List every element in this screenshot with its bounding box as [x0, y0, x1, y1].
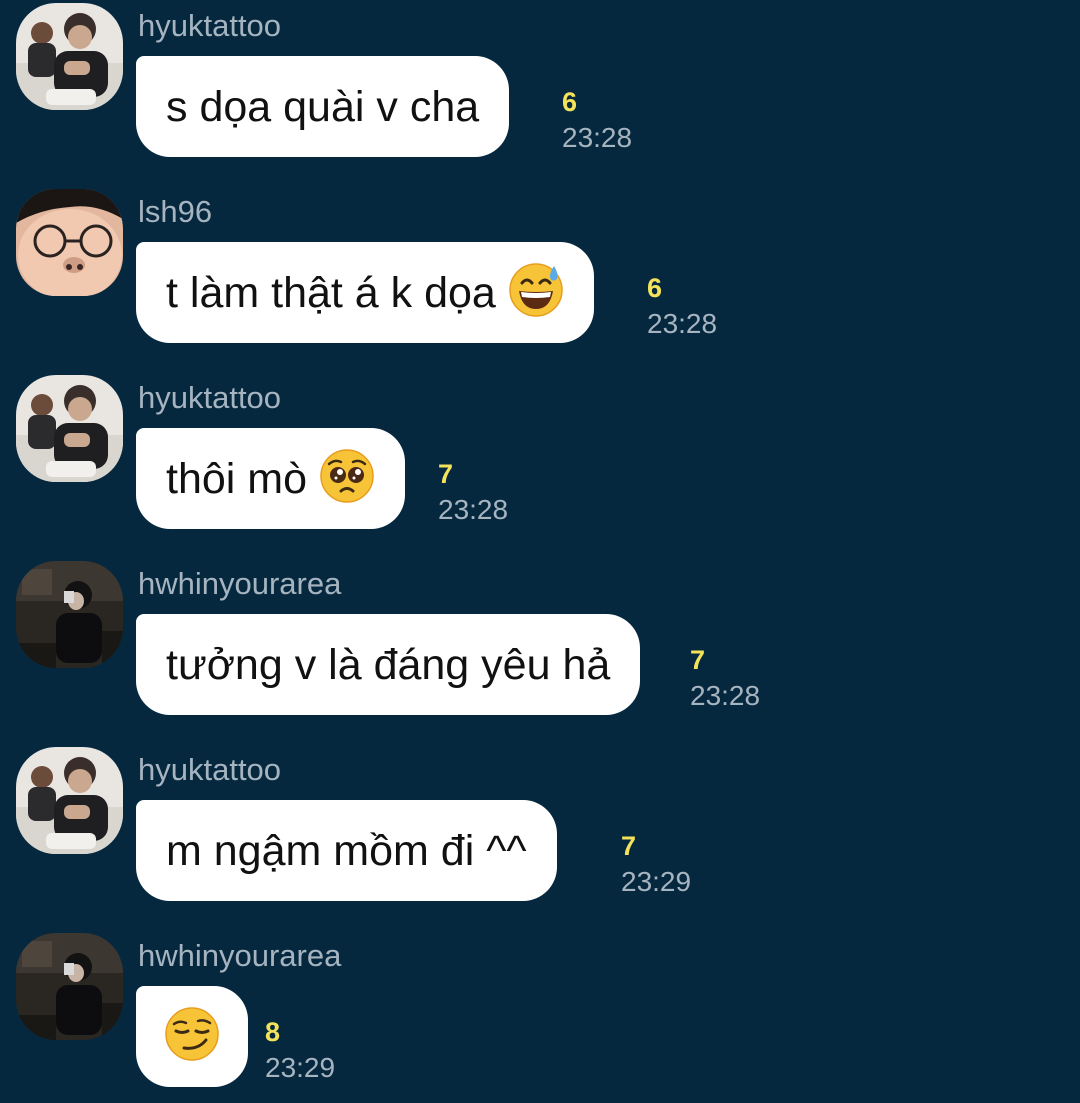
- message-text: tưởng v là đáng yêu hả: [166, 640, 611, 689]
- unread-count: 6: [647, 273, 663, 303]
- message-bubble[interactable]: [136, 986, 248, 1087]
- message-bubble[interactable]: m ngậm mồm đi ^^: [136, 800, 557, 901]
- message-row: hwhinyourarea tưởng v là đáng yêu hả 7 2…: [0, 558, 1080, 744]
- message-meta: 8 23:29: [265, 1016, 335, 1088]
- message-row: lsh96 t làm thật á k dọa 6 23:28: [0, 186, 1080, 372]
- chat-message-list[interactable]: hyuktattoo s dọa quài v cha 6 23:28 lsh9…: [0, 0, 1080, 1103]
- message-row: hyuktattoo s dọa quài v cha 6 23:28: [0, 0, 1080, 186]
- message-time: 23:29: [621, 866, 692, 897]
- sender-name: hwhinyourarea: [138, 938, 342, 973]
- message-meta: 6 23:28: [562, 86, 632, 158]
- pleading-face-emoji: [319, 448, 375, 509]
- avatar-hwhinyourarea[interactable]: [16, 933, 123, 1040]
- message-text: m ngậm mồm đi ^^: [166, 826, 527, 875]
- sender-name: hyuktattoo: [138, 752, 282, 787]
- message-meta: 7 23:28: [438, 458, 508, 530]
- avatar-hwhinyourarea[interactable]: [16, 561, 123, 668]
- grinning-sweat-emoji: [508, 262, 564, 323]
- message-meta: 7 23:28: [690, 644, 760, 716]
- unread-count: 7: [621, 831, 637, 861]
- message-bubble[interactable]: t làm thật á k dọa: [136, 242, 594, 343]
- unread-count: 7: [438, 459, 454, 489]
- message-meta: 6 23:28: [647, 272, 717, 344]
- message-row: hwhinyourarea 8 23:29: [0, 930, 1080, 1103]
- message-time: 23:29: [265, 1052, 336, 1083]
- avatar-hyuktattoo[interactable]: [16, 747, 123, 854]
- message-bubble[interactable]: tưởng v là đáng yêu hả: [136, 614, 641, 715]
- message-time: 23:28: [438, 494, 509, 525]
- message-text: thôi mò: [166, 454, 308, 503]
- unread-count: 7: [690, 645, 706, 675]
- avatar-lsh96[interactable]: [16, 189, 123, 296]
- sender-name: hyuktattoo: [138, 8, 282, 43]
- sender-name: hwhinyourarea: [138, 566, 342, 601]
- unread-count: 6: [562, 87, 578, 117]
- avatar-hyuktattoo[interactable]: [16, 375, 123, 482]
- message-row: hyuktattoo m ngậm mồm đi ^^ 7 23:29: [0, 744, 1080, 930]
- smirking-face-emoji: [164, 1006, 220, 1067]
- message-row: hyuktattoo thôi mò 7 23:28: [0, 372, 1080, 558]
- message-text: t làm thật á k dọa: [166, 268, 496, 317]
- message-time: 23:28: [562, 122, 633, 153]
- message-bubble[interactable]: thôi mò: [136, 428, 406, 529]
- message-bubble[interactable]: s dọa quài v cha: [136, 56, 510, 157]
- sender-name: lsh96: [138, 194, 213, 229]
- message-time: 23:28: [690, 680, 761, 711]
- avatar-hyuktattoo[interactable]: [16, 3, 123, 110]
- sender-name: hyuktattoo: [138, 380, 282, 415]
- message-meta: 7 23:29: [621, 830, 691, 902]
- message-text: s dọa quài v cha: [166, 82, 480, 131]
- message-time: 23:28: [647, 308, 718, 339]
- unread-count: 8: [265, 1017, 281, 1047]
